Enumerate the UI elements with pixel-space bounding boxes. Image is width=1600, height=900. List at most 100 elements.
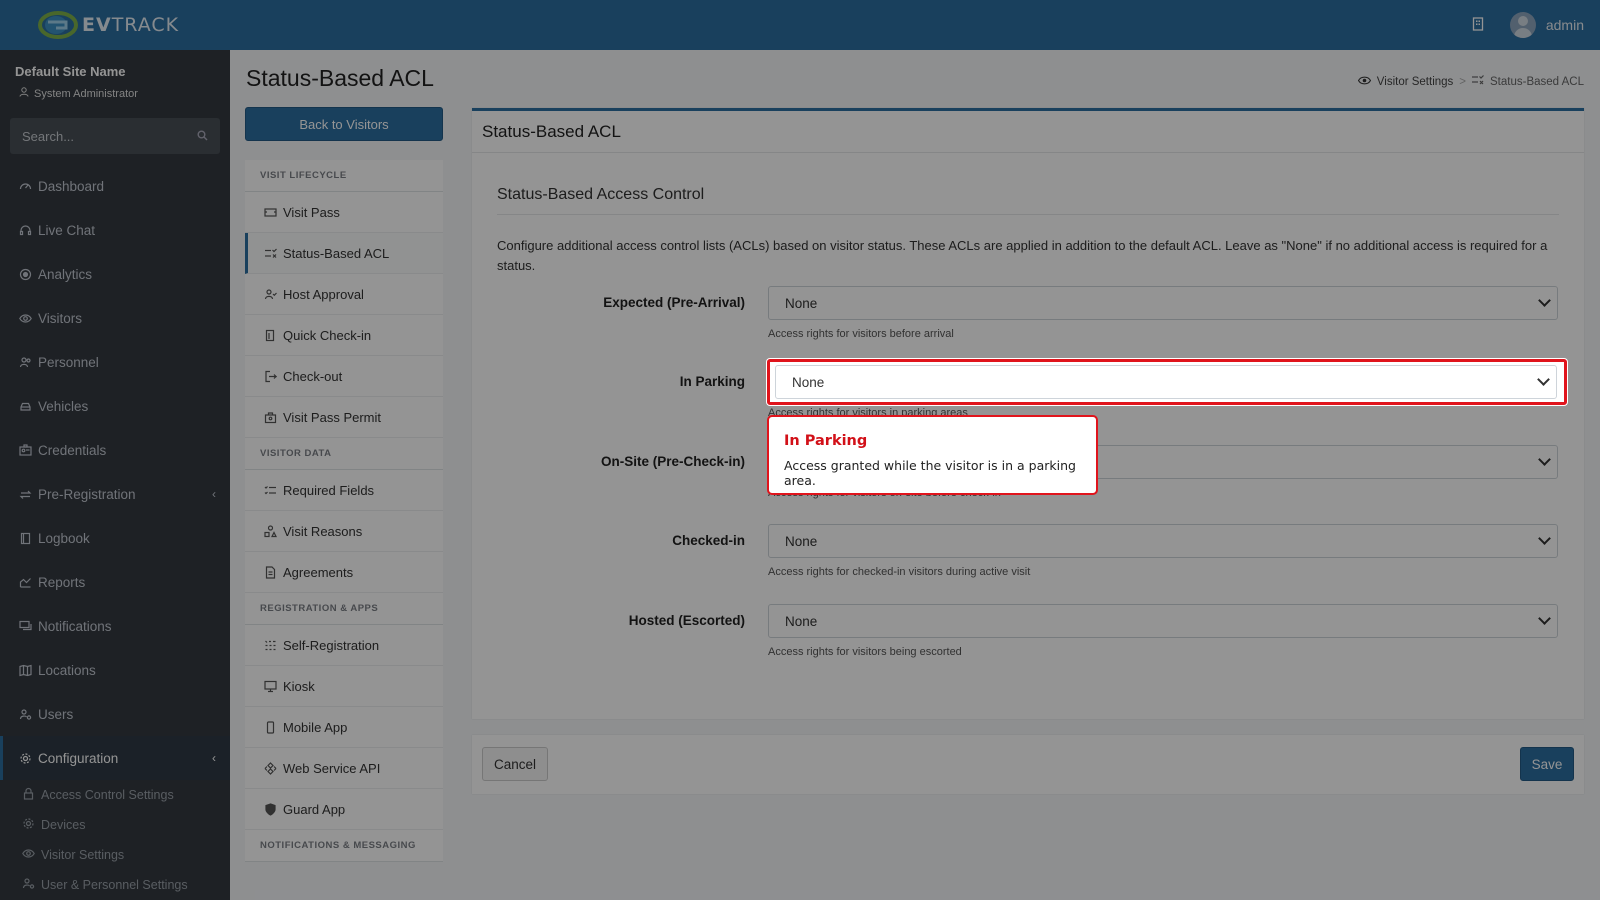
sidebar-item-label: Live Chat [38, 222, 96, 238]
host-icon [264, 288, 277, 301]
chevron-down-icon [1538, 294, 1551, 307]
subnav-link-mobile-app[interactable]: Mobile App [245, 707, 443, 748]
sidebar-item-vehicles[interactable]: Vehicles [0, 384, 230, 428]
save-button[interactable]: Save [1520, 747, 1574, 781]
sidebar-subitem-user-personnel-settings[interactable]: User & Personnel Settings [0, 870, 230, 900]
sidebar-item-personnel[interactable]: Personnel [0, 340, 230, 384]
subnav-link-agreements[interactable]: Agreements [245, 552, 443, 593]
chevron-left-icon: ‹ [212, 487, 216, 501]
select-value: None [785, 533, 818, 549]
subnav-link-label: Guard App [283, 801, 346, 817]
sidebar-subitem-devices[interactable]: Devices [0, 810, 230, 840]
sidebar-item-reports[interactable]: Reports [0, 560, 230, 604]
breadcrumb-current: Status-Based ACL [1490, 75, 1584, 88]
subnav-link-label: Status-Based ACL [283, 245, 390, 261]
sidebar-item-configuration[interactable]: Configuration ‹ [0, 736, 230, 780]
user-cog-icon [22, 877, 35, 893]
chevron-left-icon: ‹ [212, 751, 216, 765]
field-label: In Parking [679, 374, 745, 389]
sidebar-item-label: Personnel [38, 354, 99, 370]
sidebar-item-label: Credentials [38, 442, 107, 458]
card-footer: Cancel Save [472, 735, 1584, 794]
acl-card: Status-Based ACL Status-Based Access Con… [472, 108, 1584, 719]
sidebar-item-credentials[interactable]: Credentials [0, 428, 230, 472]
search-icon[interactable] [197, 129, 208, 144]
subnav-link-self-registration[interactable]: Self-Registration [245, 625, 443, 666]
user-icon [19, 87, 29, 100]
sidebar-item-analytics[interactable]: Analytics [0, 252, 230, 296]
shapes-icon [264, 524, 277, 538]
sidebar-item-pre-registration[interactable]: Pre-Registration ‹ [0, 472, 230, 516]
sidebar-subitem-visitor-settings[interactable]: Visitor Settings [0, 840, 230, 870]
acl-icon [264, 247, 277, 260]
section-description: Configure additional access control list… [497, 238, 1548, 273]
tooltip-title: In Parking [784, 433, 868, 449]
sidebar-item-dashboard[interactable]: Dashboard [0, 164, 230, 208]
book-icon [18, 531, 32, 545]
subnav-link-visit-pass[interactable]: Visit Pass [245, 192, 443, 233]
subnav-link-visit-pass-permit[interactable]: Visit Pass Permit [245, 397, 443, 438]
page-title: Status-Based ACL [246, 65, 434, 91]
subnav-link-label: Kiosk [283, 678, 315, 694]
checkout-icon [264, 370, 277, 383]
sidebar-item-notifications[interactable]: Notifications [0, 604, 230, 648]
user-role: System Administrator [15, 87, 215, 100]
subnav-link-label: Agreements [283, 564, 354, 580]
subnav-link-guard-app[interactable]: Guard App [245, 789, 443, 830]
subnav-link-visit-reasons[interactable]: Visit Reasons [245, 511, 443, 552]
sidebar-subitem-label: Devices [41, 818, 86, 832]
sidebar-item-label: Locations [38, 662, 96, 678]
in-parking-select-highlighted[interactable]: None [775, 365, 1557, 399]
permit-icon [264, 411, 277, 424]
subnav-link-label: Host Approval [283, 286, 364, 302]
brand-logo[interactable]: EVTRACK [0, 0, 230, 50]
sidebar-item-visitors[interactable]: Visitors [0, 296, 230, 340]
breadcrumb-separator: > [1459, 75, 1467, 88]
subnav-link-kiosk[interactable]: Kiosk [245, 666, 443, 707]
checked-in-select[interactable]: None [768, 524, 1558, 558]
highlighted-in-parking-select[interactable]: None [767, 359, 1567, 405]
logo-icon [38, 10, 78, 40]
expected-pre-arrival-select[interactable]: None [768, 286, 1558, 320]
subnav-section-heading: REGISTRATION & APPS [245, 593, 443, 625]
lock-icon [22, 787, 35, 803]
subnav-link-status-based-acl[interactable]: Status-Based ACL [245, 233, 443, 274]
sidebar-item-logbook[interactable]: Logbook [0, 516, 230, 560]
subnav-link-check-out[interactable]: Check-out [245, 356, 443, 397]
list-check-icon [264, 484, 277, 497]
subnav-link-host-approval[interactable]: Host Approval [245, 274, 443, 315]
sidebar-item-users[interactable]: Users [0, 692, 230, 736]
shield-icon [264, 802, 277, 816]
breadcrumb-parent-link[interactable]: Visitor Settings [1377, 76, 1454, 88]
building-icon[interactable] [1472, 16, 1484, 34]
hosted-escorted-select[interactable]: None [768, 604, 1558, 638]
chart-icon [18, 575, 32, 589]
avatar [1509, 12, 1536, 38]
settings-subnav: VISIT LIFECYCLE Visit Pass Status-Based AC… [245, 160, 443, 862]
back-to-visitors-button[interactable]: Back to Visitors [245, 107, 443, 141]
user-menu[interactable]: admin [1509, 12, 1584, 38]
sidebar-item-locations[interactable]: Locations [0, 648, 230, 692]
checkin-icon [264, 329, 277, 342]
eye-icon [1357, 76, 1371, 88]
subnav-link-required-fields[interactable]: Required Fields [245, 470, 443, 511]
eye-icon [18, 311, 32, 325]
subnav-link-label: Check-out [283, 368, 343, 384]
sidebar-item-label: Users [38, 706, 74, 722]
sidebar-item-label: Notifications [38, 618, 112, 634]
subnav-link-quick-check-in[interactable]: Quick Check-in [245, 315, 443, 356]
select-value: None [785, 295, 818, 311]
sidebar-subitem-access-control-settings[interactable]: Access Control Settings [0, 780, 230, 810]
username: admin [1545, 17, 1584, 33]
sidebar-search-input[interactable]: Search... [10, 118, 220, 154]
sidebar-item-label: Configuration [38, 750, 119, 766]
gauge-icon [18, 179, 32, 193]
chat-icon [18, 619, 32, 633]
chevron-down-icon [1538, 612, 1551, 625]
sidebar-item-live-chat[interactable]: Live Chat [0, 208, 230, 252]
cancel-button[interactable]: Cancel [482, 747, 548, 781]
top-navbar: EVTRACK admin [0, 0, 1600, 50]
subnav-link-web-service-api[interactable]: Web Service API [245, 748, 443, 789]
subnav-link-label: Quick Check-in [283, 327, 372, 343]
subnav-link-label: Visit Pass Permit [283, 409, 382, 425]
